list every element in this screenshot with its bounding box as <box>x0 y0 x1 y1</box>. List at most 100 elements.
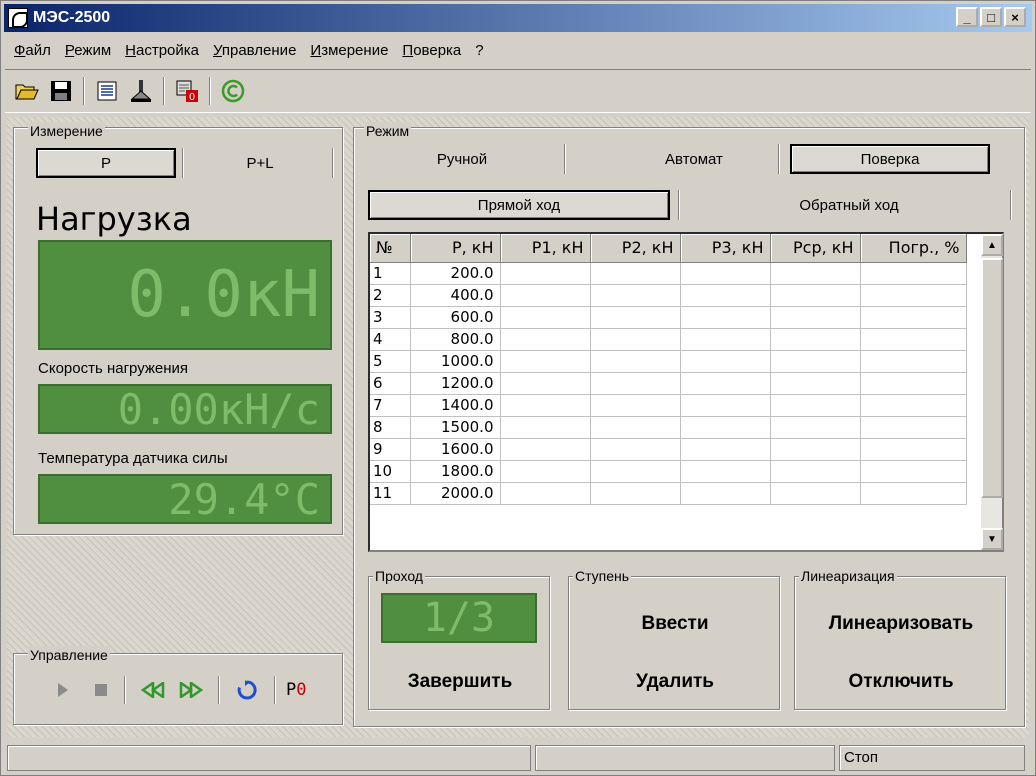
table-cell[interactable] <box>500 262 591 285</box>
scroll-down-button[interactable]: ▼ <box>981 528 1003 550</box>
table-cell[interactable]: 200.0 <box>410 262 501 285</box>
table-cell[interactable] <box>680 262 771 285</box>
table-cell[interactable]: 1000.0 <box>410 350 501 373</box>
play-icon[interactable] <box>52 676 74 704</box>
table-cell[interactable] <box>770 328 861 351</box>
print-icon[interactable] <box>127 77 155 105</box>
table-row[interactable]: 5 1000.0 <box>370 350 967 373</box>
table-cell[interactable] <box>860 394 967 417</box>
tab-p[interactable]: P <box>36 148 176 178</box>
table-cell[interactable] <box>860 482 967 505</box>
table-cell[interactable] <box>590 438 681 461</box>
tab-reverse-pass[interactable]: Обратный ход <box>690 190 1008 220</box>
menu-file[interactable]: Файл <box>7 42 58 59</box>
table-cell[interactable] <box>680 372 771 395</box>
table-cell[interactable]: 11 <box>370 482 411 505</box>
table-scrollbar[interactable]: ▲ ▼ <box>980 234 1003 550</box>
table-cell[interactable] <box>860 328 967 351</box>
table-cell[interactable] <box>590 460 681 483</box>
table-cell[interactable]: 1600.0 <box>410 438 501 461</box>
table-cell[interactable]: 1400.0 <box>410 394 501 417</box>
table-cell[interactable]: 2000.0 <box>410 482 501 505</box>
table-cell[interactable] <box>500 438 591 461</box>
table-cell[interactable]: 6 <box>370 372 411 395</box>
table-cell[interactable] <box>770 460 861 483</box>
col-p1[interactable]: P1, кН <box>500 234 591 263</box>
table-cell[interactable] <box>500 482 591 505</box>
table-row[interactable]: 6 1200.0 <box>370 372 967 395</box>
col-p[interactable]: P, кН <box>410 234 501 263</box>
table-cell[interactable] <box>860 262 967 285</box>
table-cell[interactable] <box>680 416 771 439</box>
table-cell[interactable] <box>770 394 861 417</box>
table-cell[interactable] <box>590 372 681 395</box>
table-row[interactable]: 2 400.0 <box>370 284 967 307</box>
title-bar[interactable]: МЭС-2500 _ □ × <box>4 4 1032 32</box>
table-row[interactable]: 8 1500.0 <box>370 416 967 439</box>
table-cell[interactable] <box>500 416 591 439</box>
table-row[interactable]: 4 800.0 <box>370 328 967 351</box>
tab-manual[interactable]: Ручной <box>392 144 532 174</box>
table-cell[interactable] <box>680 350 771 373</box>
table-cell[interactable] <box>860 350 967 373</box>
menu-verification[interactable]: Поверка <box>395 42 468 59</box>
table-cell[interactable] <box>680 482 771 505</box>
linearize-button[interactable]: Линеаризовать <box>795 613 1007 635</box>
table-cell[interactable] <box>590 328 681 351</box>
finish-button[interactable]: Завершить <box>369 671 551 693</box>
disable-linearization-button[interactable]: Отключить <box>795 671 1007 693</box>
table-cell[interactable]: 1800.0 <box>410 460 501 483</box>
table-cell[interactable] <box>590 482 681 505</box>
table-cell[interactable]: 10 <box>370 460 411 483</box>
table-cell[interactable]: 400.0 <box>410 284 501 307</box>
table-row[interactable]: 11 2000.0 <box>370 482 967 505</box>
table-cell[interactable] <box>500 306 591 329</box>
table-cell[interactable] <box>500 372 591 395</box>
col-number[interactable]: № <box>370 234 411 263</box>
table-cell[interactable]: 4 <box>370 328 411 351</box>
table-row[interactable]: 10 1800.0 <box>370 460 967 483</box>
table-cell[interactable] <box>590 284 681 307</box>
open-folder-icon[interactable] <box>13 77 41 105</box>
table-cell[interactable] <box>860 438 967 461</box>
table-cell[interactable]: 1 <box>370 262 411 285</box>
maximize-button[interactable]: □ <box>980 7 1002 27</box>
table-cell[interactable]: 2 <box>370 284 411 307</box>
table-cell[interactable]: 3 <box>370 306 411 329</box>
table-cell[interactable] <box>770 306 861 329</box>
report-icon[interactable] <box>93 77 121 105</box>
reset-counter-icon[interactable]: 0 <box>173 77 201 105</box>
table-cell[interactable] <box>590 306 681 329</box>
table-cell[interactable] <box>680 438 771 461</box>
table-cell[interactable] <box>770 262 861 285</box>
menu-control[interactable]: Управление <box>206 42 303 59</box>
col-error[interactable]: Погр., % <box>860 234 967 263</box>
table-row[interactable]: 7 1400.0 <box>370 394 967 417</box>
table-cell[interactable] <box>770 482 861 505</box>
table-cell[interactable] <box>680 460 771 483</box>
minimize-button[interactable]: _ <box>956 7 978 27</box>
table-cell[interactable] <box>500 328 591 351</box>
table-cell[interactable]: 7 <box>370 394 411 417</box>
table-cell[interactable]: 1200.0 <box>410 372 501 395</box>
table-cell[interactable]: 800.0 <box>410 328 501 351</box>
menu-help[interactable]: ? <box>468 42 490 59</box>
tab-verification[interactable]: Поверка <box>790 144 990 174</box>
rewind-icon[interactable] <box>138 676 168 704</box>
table-cell[interactable] <box>860 460 967 483</box>
table-cell[interactable] <box>770 416 861 439</box>
table-row[interactable]: 1 200.0 <box>370 262 967 285</box>
table-cell[interactable]: 600.0 <box>410 306 501 329</box>
table-cell[interactable] <box>770 284 861 307</box>
tab-forward-pass[interactable]: Прямой ход <box>368 190 670 220</box>
table-row[interactable]: 3 600.0 <box>370 306 967 329</box>
table-cell[interactable] <box>860 416 967 439</box>
table-cell[interactable] <box>770 350 861 373</box>
table-cell[interactable]: 8 <box>370 416 411 439</box>
scroll-up-button[interactable]: ▲ <box>981 234 1003 256</box>
table-cell[interactable] <box>680 306 771 329</box>
table-cell[interactable] <box>590 350 681 373</box>
scroll-thumb[interactable] <box>981 258 1003 498</box>
table-cell[interactable] <box>770 438 861 461</box>
table-cell[interactable]: 9 <box>370 438 411 461</box>
